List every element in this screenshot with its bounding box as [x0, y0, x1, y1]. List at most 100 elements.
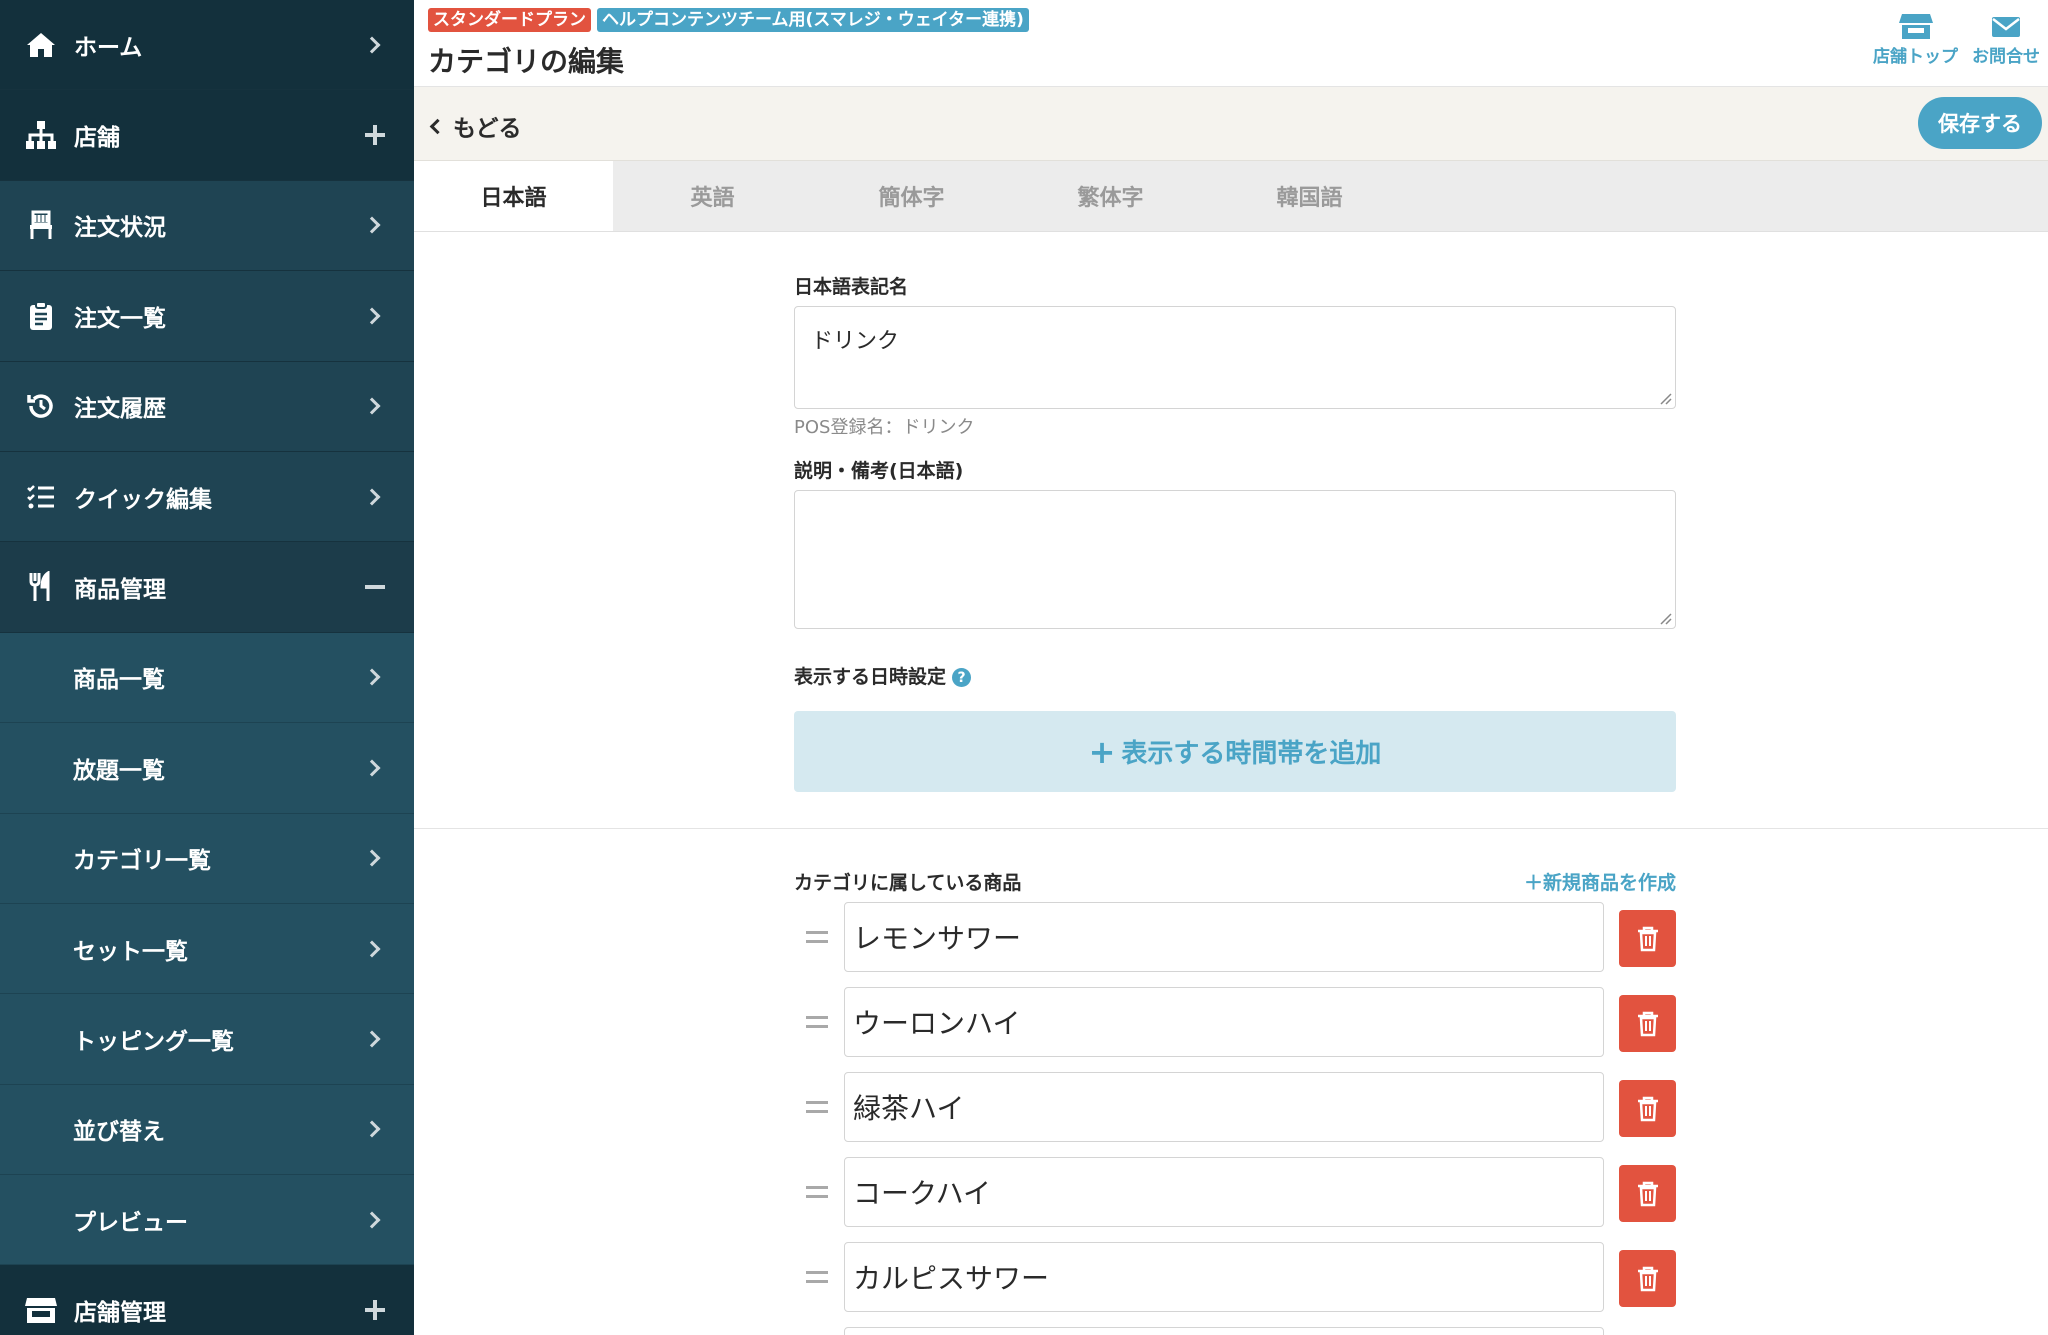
sidebar-item-home[interactable]: ホーム — [0, 0, 414, 91]
product-name-field[interactable]: 緑茶ハイ — [844, 1072, 1604, 1142]
sidebar-item-label: 注文状況 — [74, 215, 166, 242]
plus-icon — [365, 1299, 385, 1320]
pos-name-hint: POS登録名：ドリンク — [794, 417, 975, 438]
sidebar-item-label: 注文履歴 — [74, 396, 166, 423]
header-links: 店舗トップ お問合せ — [1873, 12, 2040, 67]
utensils-icon — [24, 570, 58, 604]
product-row-partial — [794, 1327, 1676, 1335]
minus-icon — [365, 585, 385, 590]
sidebar-item-label: カテゴリ一覧 — [73, 848, 211, 875]
delete-button[interactable] — [1619, 1165, 1676, 1222]
description-label: 説明・備考(日本語) — [794, 460, 964, 482]
sidebar-subitem-product-list[interactable]: 商品一覧 — [0, 632, 414, 724]
product-name-field[interactable]: レモンサワー — [844, 902, 1604, 972]
plus-icon: + — [1088, 732, 1116, 771]
section-divider — [414, 828, 2048, 829]
chevron-right-icon — [363, 759, 381, 777]
product-row: レモンサワー — [794, 902, 1676, 972]
time-setting-text: 表示する日時設定 — [794, 666, 947, 688]
store-icon — [1898, 14, 1933, 39]
tab-korean[interactable]: 韓国語 — [1210, 161, 1409, 231]
header: スタンダードプラン ヘルプコンテンツチーム用(スマレジ・ウェイター連携) カテゴ… — [414, 0, 2048, 87]
product-list: レモンサワー ウーロンハイ 緑茶ハイ コークハイ カルピスサワー — [794, 902, 1676, 1335]
product-name-field-partial[interactable] — [844, 1327, 1604, 1335]
add-time-label: 表示する時間帯を追加 — [1121, 739, 1382, 769]
delete-button[interactable] — [1619, 1080, 1676, 1137]
product-name-field[interactable]: カルピスサワー — [844, 1242, 1604, 1312]
sidebar-subitem-set-list[interactable]: セット一覧 — [0, 903, 414, 995]
main-content: スタンダードプラン ヘルプコンテンツチーム用(スマレジ・ウェイター連携) カテゴ… — [414, 0, 2048, 1335]
delete-button[interactable] — [1619, 1250, 1676, 1307]
resize-grip-icon[interactable] — [1658, 391, 1672, 405]
history-icon — [24, 389, 58, 423]
chair-icon — [24, 208, 58, 242]
sidebar-item-label: セット一覧 — [73, 938, 188, 965]
sidebar-item-label: トッピング一覧 — [73, 1028, 234, 1055]
sidebar-subitem-all-you-can-list[interactable]: 放題一覧 — [0, 723, 414, 814]
sidebar: ホーム 店舗 注文状況 注文一覧 注文履歴 クイック編集 商品管理 商品一覧 放… — [0, 0, 414, 1335]
desc-field-wrap — [794, 490, 1676, 629]
contact-link[interactable]: お問合せ — [1972, 12, 2040, 67]
product-name-field[interactable]: コークハイ — [844, 1157, 1604, 1227]
store-top-label: 店舗トップ — [1873, 47, 1958, 67]
save-button[interactable]: 保存する — [1918, 97, 2042, 149]
badge-group: スタンダードプラン ヘルプコンテンツチーム用(スマレジ・ウェイター連携) — [428, 8, 1029, 32]
time-setting-label: 表示する日時設定? — [794, 662, 1676, 689]
chevron-right-icon — [363, 1211, 381, 1229]
products-header: カテゴリに属している商品 ＋新規商品を作成 — [794, 868, 1676, 895]
description-field[interactable] — [794, 490, 1676, 629]
help-icon[interactable]: ? — [952, 668, 972, 687]
tab-traditional-chinese[interactable]: 繁体字 — [1011, 161, 1210, 231]
delete-button[interactable] — [1619, 995, 1676, 1052]
chevron-right-icon — [363, 36, 381, 54]
add-time-slot-button[interactable]: + 表示する時間帯を追加 — [794, 711, 1676, 792]
product-row: カルピスサワー — [794, 1242, 1676, 1312]
sidebar-item-order-status[interactable]: 注文状況 — [0, 180, 414, 272]
sidebar-subitem-category-list[interactable]: カテゴリ一覧 — [0, 813, 414, 904]
tab-english[interactable]: 英語 — [613, 161, 812, 231]
sidebar-item-label: クイック編集 — [74, 486, 212, 513]
tab-simplified-chinese[interactable]: 簡体字 — [812, 161, 1011, 231]
sidebar-item-order-history[interactable]: 注文履歴 — [0, 361, 414, 452]
sidebar-subitem-sort[interactable]: 並び替え — [0, 1084, 414, 1176]
drag-handle-icon[interactable] — [806, 1016, 828, 1028]
sidebar-item-order-list[interactable]: 注文一覧 — [0, 271, 414, 362]
drag-handle-icon[interactable] — [806, 1101, 828, 1113]
drag-handle-icon[interactable] — [806, 1271, 828, 1283]
resize-grip-icon[interactable] — [1658, 611, 1672, 625]
name-field[interactable]: ドリンク — [794, 306, 1676, 409]
products-label: カテゴリに属している商品 — [794, 872, 1022, 894]
drag-handle-icon[interactable] — [806, 1186, 828, 1198]
new-product-label: 新規商品を作成 — [1542, 872, 1676, 894]
back-label: もどる — [453, 116, 522, 142]
sidebar-item-quick-edit[interactable]: クイック編集 — [0, 451, 414, 543]
name-section: 日本語表記名 — [794, 272, 1676, 299]
product-name-field[interactable]: ウーロンハイ — [844, 987, 1604, 1057]
product-row: 緑茶ハイ — [794, 1072, 1676, 1142]
time-section: 表示する日時設定? — [794, 662, 1676, 689]
chevron-right-icon — [363, 1030, 381, 1048]
chevron-right-icon — [363, 668, 381, 686]
sidebar-item-store-management[interactable]: 店舗管理 — [0, 1265, 414, 1335]
name-value: ドリンク — [811, 329, 900, 354]
sidebar-subitem-topping-list[interactable]: トッピング一覧 — [0, 994, 414, 1085]
sitemap-icon — [24, 118, 58, 152]
store-icon — [24, 1293, 58, 1327]
sidebar-subitem-preview[interactable]: プレビュー — [0, 1175, 414, 1266]
back-button[interactable]: もどる — [428, 109, 522, 143]
sidebar-item-store[interactable]: 店舗 — [0, 90, 414, 181]
new-product-link[interactable]: ＋新規商品を作成 — [1524, 868, 1676, 895]
sidebar-item-label: 店舗 — [74, 125, 120, 152]
sidebar-item-label: 並び替え — [73, 1119, 165, 1146]
page-title: カテゴリの編集 — [428, 45, 625, 78]
tab-japanese[interactable]: 日本語 — [414, 161, 613, 231]
delete-button[interactable] — [1619, 910, 1676, 967]
clipboard-icon — [24, 299, 58, 333]
drag-handle-icon[interactable] — [806, 931, 828, 943]
sidebar-item-label: 商品一覧 — [73, 667, 165, 694]
chevron-right-icon — [363, 940, 381, 958]
chevron-right-icon — [363, 849, 381, 867]
sidebar-item-product-management[interactable]: 商品管理 — [0, 542, 414, 633]
store-top-link[interactable]: 店舗トップ — [1873, 12, 1958, 67]
contact-label: お問合せ — [1972, 47, 2040, 67]
